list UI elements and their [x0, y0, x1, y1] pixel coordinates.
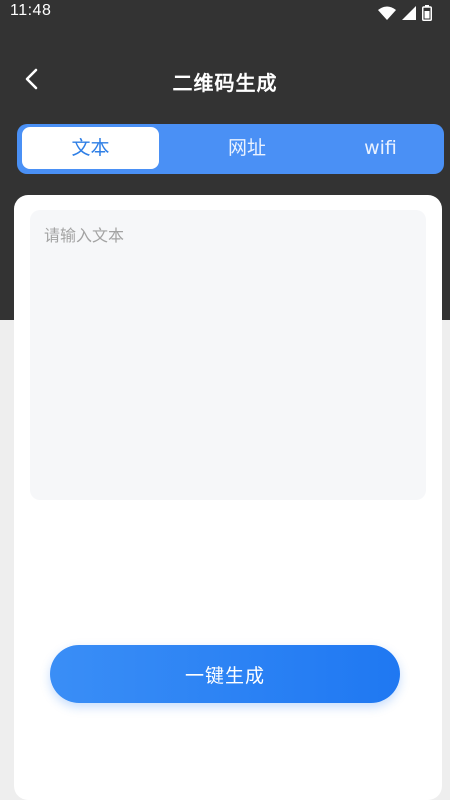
- status-bar: 11:48: [0, 0, 450, 26]
- tab-text[interactable]: 文本: [22, 127, 159, 169]
- app-header: 二维码生成: [0, 55, 450, 105]
- status-icons: [378, 5, 432, 21]
- content-card: 一键生成: [14, 195, 442, 800]
- generate-button[interactable]: 一键生成: [50, 645, 400, 703]
- tab-wifi[interactable]: wifi: [317, 124, 444, 174]
- cellular-signal-icon: [402, 6, 416, 20]
- tab-url[interactable]: 网址: [177, 124, 317, 174]
- wifi-icon: [378, 6, 396, 20]
- battery-icon: [422, 5, 432, 21]
- page-title: 二维码生成: [172, 71, 278, 95]
- status-time: 11:48: [10, 2, 52, 19]
- type-tabs: 文本 网址 wifi: [17, 124, 444, 174]
- text-input[interactable]: [30, 210, 426, 500]
